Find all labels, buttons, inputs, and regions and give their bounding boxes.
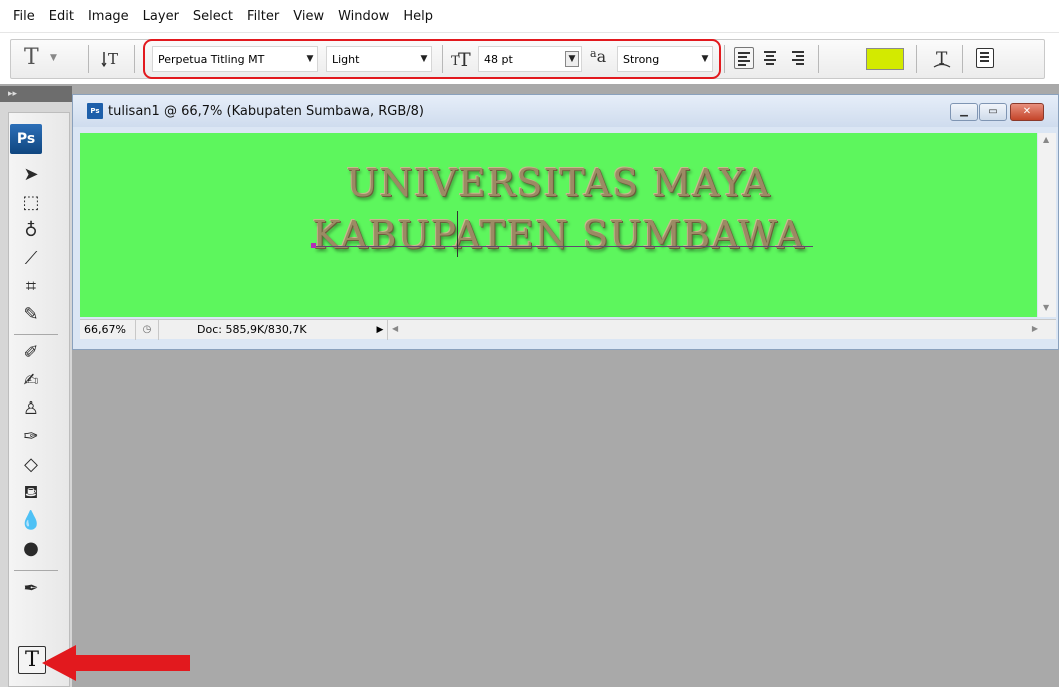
text-baseline <box>313 246 813 247</box>
menu-edit[interactable]: Edit <box>42 9 81 24</box>
font-size-value: 48 pt <box>484 52 513 66</box>
blur-tool-icon[interactable]: 💧 <box>16 508 46 534</box>
separator <box>962 45 963 73</box>
align-right-button[interactable] <box>786 47 806 69</box>
separator <box>442 45 443 73</box>
font-size-field[interactable]: 48 pt ▼ <box>478 46 582 72</box>
menu-bar: File Edit Image Layer Select Filter View… <box>0 0 1059 32</box>
chevron-down-icon: ▼ <box>420 54 428 64</box>
font-family-select[interactable]: Perpetua Titling MT ▼ <box>152 46 318 72</box>
text-orientation-icon: T <box>101 50 118 68</box>
align-center-button[interactable] <box>760 47 780 69</box>
canvas[interactable]: UNIVERSITAS MAYA KABUPATEN SUMBAWA <box>80 133 1037 317</box>
chevron-down-icon: ▼ <box>306 54 314 64</box>
separator <box>916 45 917 73</box>
tool-preset-picker[interactable]: T ▼ <box>18 45 64 73</box>
separator <box>724 45 725 73</box>
canvas-text-line-1: UNIVERSITAS MAYA <box>346 161 771 205</box>
svg-text:T: T <box>936 49 948 69</box>
status-bar: 66,67% ◷ Doc: 585,9K/830,7K ▶ ◀ ▶ <box>80 319 1056 340</box>
marquee-tool-icon[interactable]: ⬚ <box>16 190 46 216</box>
document-titlebar[interactable]: Ps tulisan1 @ 66,7% (Kabupaten Sumbawa, … <box>73 95 1058 127</box>
vertical-scrollbar[interactable]: ▲ ▼ <box>1038 133 1056 317</box>
text-anchor-point <box>311 243 316 248</box>
antialias-select[interactable]: Strong ▼ <box>617 46 713 72</box>
toolbox-grip[interactable]: ▸▸ <box>0 86 72 102</box>
crop-tool-icon[interactable]: ⌗ <box>16 274 46 300</box>
font-style-select[interactable]: Light ▼ <box>326 46 432 72</box>
eraser-tool-icon[interactable]: ◇ <box>16 452 46 478</box>
chevron-down-icon: ▼ <box>50 53 57 63</box>
zoom-field[interactable]: 66,67% <box>80 319 136 340</box>
red-arrow-icon <box>42 645 190 681</box>
magic-wand-icon[interactable]: ⟋ <box>16 246 46 272</box>
lasso-tool-icon[interactable]: ♁ <box>16 218 46 244</box>
menu-file[interactable]: File <box>6 9 42 24</box>
scroll-left-icon[interactable]: ◀ <box>392 324 398 333</box>
horizontal-scrollbar[interactable]: ◀ ▶ <box>387 319 1056 340</box>
text-caret <box>457 211 458 257</box>
align-left-button[interactable] <box>734 47 754 69</box>
menu-filter[interactable]: Filter <box>240 9 286 24</box>
menu-image[interactable]: Image <box>81 9 136 24</box>
scroll-up-icon[interactable]: ▲ <box>1043 135 1049 144</box>
toolbox: ▸▸ Ps ➤ ⬚ ♁ ⟋ ⌗ ✎ ✐ ✍ ♙ ✑ ◇ ⛾ 💧 ● ✒ <box>0 86 72 687</box>
separator <box>134 45 135 73</box>
scroll-down-icon[interactable]: ▼ <box>1043 303 1049 312</box>
warp-text-icon: T <box>933 49 951 69</box>
menu-window[interactable]: Window <box>331 9 396 24</box>
separator <box>818 45 819 73</box>
slice-tool-icon[interactable]: ✎ <box>16 302 46 328</box>
font-size-icon: T T <box>450 45 476 71</box>
document-title: tulisan1 @ 66,7% (Kabupaten Sumbawa, RGB… <box>108 103 424 119</box>
menu-select[interactable]: Select <box>186 9 240 24</box>
panels-icon <box>980 52 989 54</box>
chevron-down-icon: ▼ <box>701 54 709 64</box>
document-info: Doc: 585,9K/830,7K <box>158 319 373 340</box>
antialias-value: Strong <box>623 52 660 66</box>
menu-view[interactable]: View <box>286 9 331 24</box>
separator <box>88 45 89 73</box>
healing-brush-icon[interactable]: ✐ <box>16 340 46 366</box>
text-orientation-button[interactable]: T <box>100 47 124 71</box>
maximize-button[interactable]: ▭ <box>979 103 1007 121</box>
move-tool-icon[interactable]: ➤ <box>16 162 46 188</box>
pen-tool-icon[interactable]: ✒ <box>16 576 46 602</box>
canvas-text-line-2: KABUPATEN SUMBAWA <box>312 213 805 257</box>
font-family-value: Perpetua Titling MT <box>158 52 265 66</box>
minimize-button[interactable]: ▁ <box>950 103 978 121</box>
svg-text:T: T <box>458 49 471 71</box>
menu-layer[interactable]: Layer <box>136 9 186 24</box>
separator <box>14 334 58 335</box>
document-window: Ps tulisan1 @ 66,7% (Kabupaten Sumbawa, … <box>72 94 1059 350</box>
font-style-value: Light <box>332 52 360 66</box>
status-menu-icon[interactable]: ▶ <box>373 325 387 335</box>
brush-tool-icon[interactable]: ✍ <box>16 368 46 394</box>
chevron-down-icon[interactable]: ▼ <box>565 51 579 67</box>
ps-document-icon: Ps <box>87 103 103 119</box>
paint-bucket-icon[interactable]: ⛾ <box>16 480 46 506</box>
type-tool-icon: T <box>24 45 39 70</box>
separator <box>14 570 58 571</box>
close-button[interactable]: ✕ <box>1010 103 1044 121</box>
status-info-icon[interactable]: ◷ <box>136 324 158 335</box>
text-color-swatch[interactable] <box>866 48 904 70</box>
warp-text-button[interactable]: T <box>930 45 954 71</box>
menu-help[interactable]: Help <box>396 9 440 24</box>
dodge-tool-icon[interactable]: ● <box>16 536 46 562</box>
svg-text:T: T <box>108 50 118 68</box>
clone-stamp-icon[interactable]: ♙ <box>16 396 46 422</box>
options-bar: T ▼ T Perpetua Titling MT ▼ Light ▼ T T … <box>0 32 1059 84</box>
scroll-right-icon[interactable]: ▶ <box>1032 324 1038 333</box>
toggle-panels-button[interactable] <box>976 48 994 68</box>
ps-logo[interactable]: Ps <box>10 124 42 154</box>
history-brush-icon[interactable]: ✑ <box>16 424 46 450</box>
antialias-icon: aa <box>590 47 607 66</box>
